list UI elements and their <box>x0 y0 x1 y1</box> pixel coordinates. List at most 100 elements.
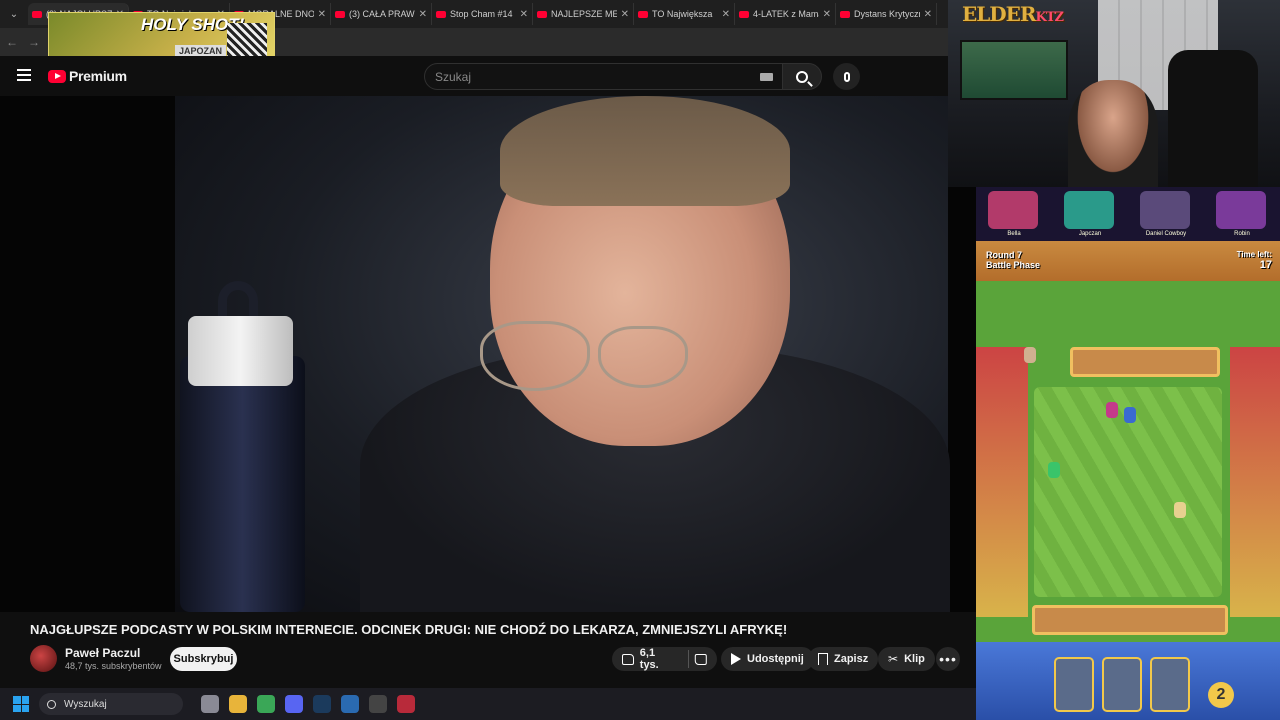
player-name: Daniel Cowboy <box>1145 231 1187 237</box>
obs-icon[interactable] <box>369 695 387 713</box>
glasses-right-lens <box>598 326 688 388</box>
tab-title: NAJLEPSZE MEMY <box>551 9 617 19</box>
bookmark-icon <box>818 653 828 665</box>
youtube-favicon-icon <box>436 10 446 18</box>
search-button[interactable] <box>782 63 822 90</box>
timer-value: 17 <box>1259 259 1272 271</box>
clip-button[interactable]: ✂ Klip <box>878 647 935 671</box>
player-slot: Daniel Cowboy <box>1128 187 1204 241</box>
right-stands <box>1230 347 1280 617</box>
app-icon[interactable] <box>397 695 415 713</box>
youtube-favicon-icon <box>638 10 648 18</box>
subscribe-button[interactable]: Subskrybuj <box>170 647 237 671</box>
streamer-logo: ELDERKTZ <box>962 2 1064 26</box>
microphone-icon <box>843 71 850 82</box>
tab-close-icon[interactable]: ✕ <box>823 9 831 20</box>
player-name: Japczan <box>1078 231 1102 237</box>
tab-close-icon[interactable]: ✕ <box>621 9 629 20</box>
save-button[interactable]: Zapisz <box>808 647 879 671</box>
forward-arrow-icon[interactable]: → <box>28 35 40 49</box>
video-player[interactable] <box>0 96 976 612</box>
youtube-header: Premium Szukaj <box>0 56 948 96</box>
person-hair <box>500 96 790 206</box>
player-portrait <box>988 191 1038 229</box>
water-bottle <box>180 356 305 612</box>
browser-tab[interactable]: Dystans Krytyczny ✕ <box>836 3 937 25</box>
browser-tab[interactable]: 4-LATEK z Mamą ✕ <box>735 3 836 25</box>
player-portrait <box>1064 191 1114 229</box>
timer-label: Time left: <box>1236 250 1272 259</box>
subscriber-count: 48,7 tys. subskrybentów <box>65 661 162 671</box>
enemy-bench <box>1070 347 1220 377</box>
hero-card[interactable] <box>1150 657 1190 712</box>
taskbar-search-label: Wyszukaj <box>64 698 107 710</box>
browser-tab[interactable]: NAJLEPSZE MEMY ✕ <box>533 3 634 25</box>
like-icon[interactable] <box>622 653 634 665</box>
round-phase: Battle Phase <box>986 260 1041 270</box>
tab-close-icon[interactable]: ✕ <box>520 9 528 20</box>
channel-avatar[interactable] <box>30 645 57 672</box>
youtube-favicon-icon <box>32 10 42 18</box>
hamburger-menu-icon[interactable] <box>17 69 31 81</box>
glasses-left-lens <box>480 321 590 391</box>
tab-title: (3) CAŁA PRAWDA <box>349 9 415 19</box>
search-icon <box>47 699 56 709</box>
tab-search-chevron-icon[interactable]: ⌄ <box>0 0 28 28</box>
round-number: Round 7 <box>986 250 1022 260</box>
browser-tab[interactable]: TO Największa ✕ <box>634 3 735 25</box>
player-slot: Robin <box>1204 187 1280 241</box>
tab-close-icon[interactable]: ✕ <box>318 9 326 20</box>
share-button[interactable]: Udostępnij <box>721 647 814 671</box>
youtube-premium-logo[interactable]: Premium <box>48 68 127 84</box>
game-unit <box>1106 402 1118 418</box>
player-bench <box>1032 605 1228 635</box>
dislike-icon[interactable] <box>695 653 708 665</box>
search-placeholder: Szukaj <box>435 69 472 84</box>
voice-search-button[interactable] <box>833 63 860 90</box>
youtube-favicon-icon <box>335 10 345 18</box>
discord-icon[interactable] <box>285 695 303 713</box>
player-portrait <box>1216 191 1266 229</box>
keyboard-icon[interactable] <box>760 73 773 81</box>
file-explorer-icon[interactable] <box>229 695 247 713</box>
save-label: Zapisz <box>834 653 869 665</box>
taskbar-search[interactable]: Wyszukaj <box>39 693 183 715</box>
video-title: NAJGŁUPSZE PODCASTY W POLSKIM INTERNECIE… <box>30 622 788 637</box>
tab-close-icon[interactable]: ✕ <box>419 9 427 20</box>
game-unit <box>1024 347 1036 363</box>
player-slot: Japczan <box>1052 187 1128 241</box>
more-actions-button[interactable]: ••• <box>936 647 960 671</box>
youtube-favicon-icon <box>840 10 850 18</box>
tab-close-icon[interactable]: ✕ <box>924 9 932 20</box>
player-roster: Bella Japczan Daniel Cowboy Robin <box>976 187 1280 241</box>
hero-card[interactable] <box>1054 657 1094 712</box>
player-slot: Bella <box>976 187 1052 241</box>
search-input[interactable]: Szukaj <box>424 63 784 90</box>
youtube-favicon-icon <box>537 10 547 18</box>
tab-title: Dystans Krytyczny <box>854 9 920 19</box>
like-dislike-group: 6,1 tys. <box>612 647 717 671</box>
back-arrow-icon[interactable]: ← <box>6 35 18 49</box>
channel-name[interactable]: Paweł Paczul <box>65 646 140 660</box>
share-label: Udostępnij <box>747 653 804 665</box>
player-portrait <box>1140 191 1190 229</box>
browser-tab[interactable]: (3) CAŁA PRAWDA ✕ <box>331 3 432 25</box>
logo-text: Premium <box>69 68 127 84</box>
chrome-icon[interactable] <box>257 695 275 713</box>
youtube-play-icon <box>48 69 66 83</box>
like-count[interactable]: 6,1 tys. <box>640 647 676 671</box>
steam-icon[interactable] <box>313 695 331 713</box>
windows-start-icon[interactable] <box>13 696 29 712</box>
timer: Time left: 17 <box>1237 250 1272 271</box>
scissors-icon: ✂ <box>888 652 899 666</box>
task-view-icon[interactable] <box>201 695 219 713</box>
browser-tab[interactable]: Stop Cham #14 ✕ <box>432 3 533 25</box>
windows-taskbar: Wyszukaj <box>0 688 976 720</box>
hero-card[interactable] <box>1102 657 1142 712</box>
tab-close-icon[interactable]: ✕ <box>722 9 730 20</box>
terminal-icon[interactable] <box>341 695 359 713</box>
gold-counter: 2 <box>1208 682 1234 708</box>
tab-title: TO Największa <box>652 9 713 19</box>
taskbar-apps <box>191 695 415 713</box>
game-unit <box>1174 502 1186 518</box>
